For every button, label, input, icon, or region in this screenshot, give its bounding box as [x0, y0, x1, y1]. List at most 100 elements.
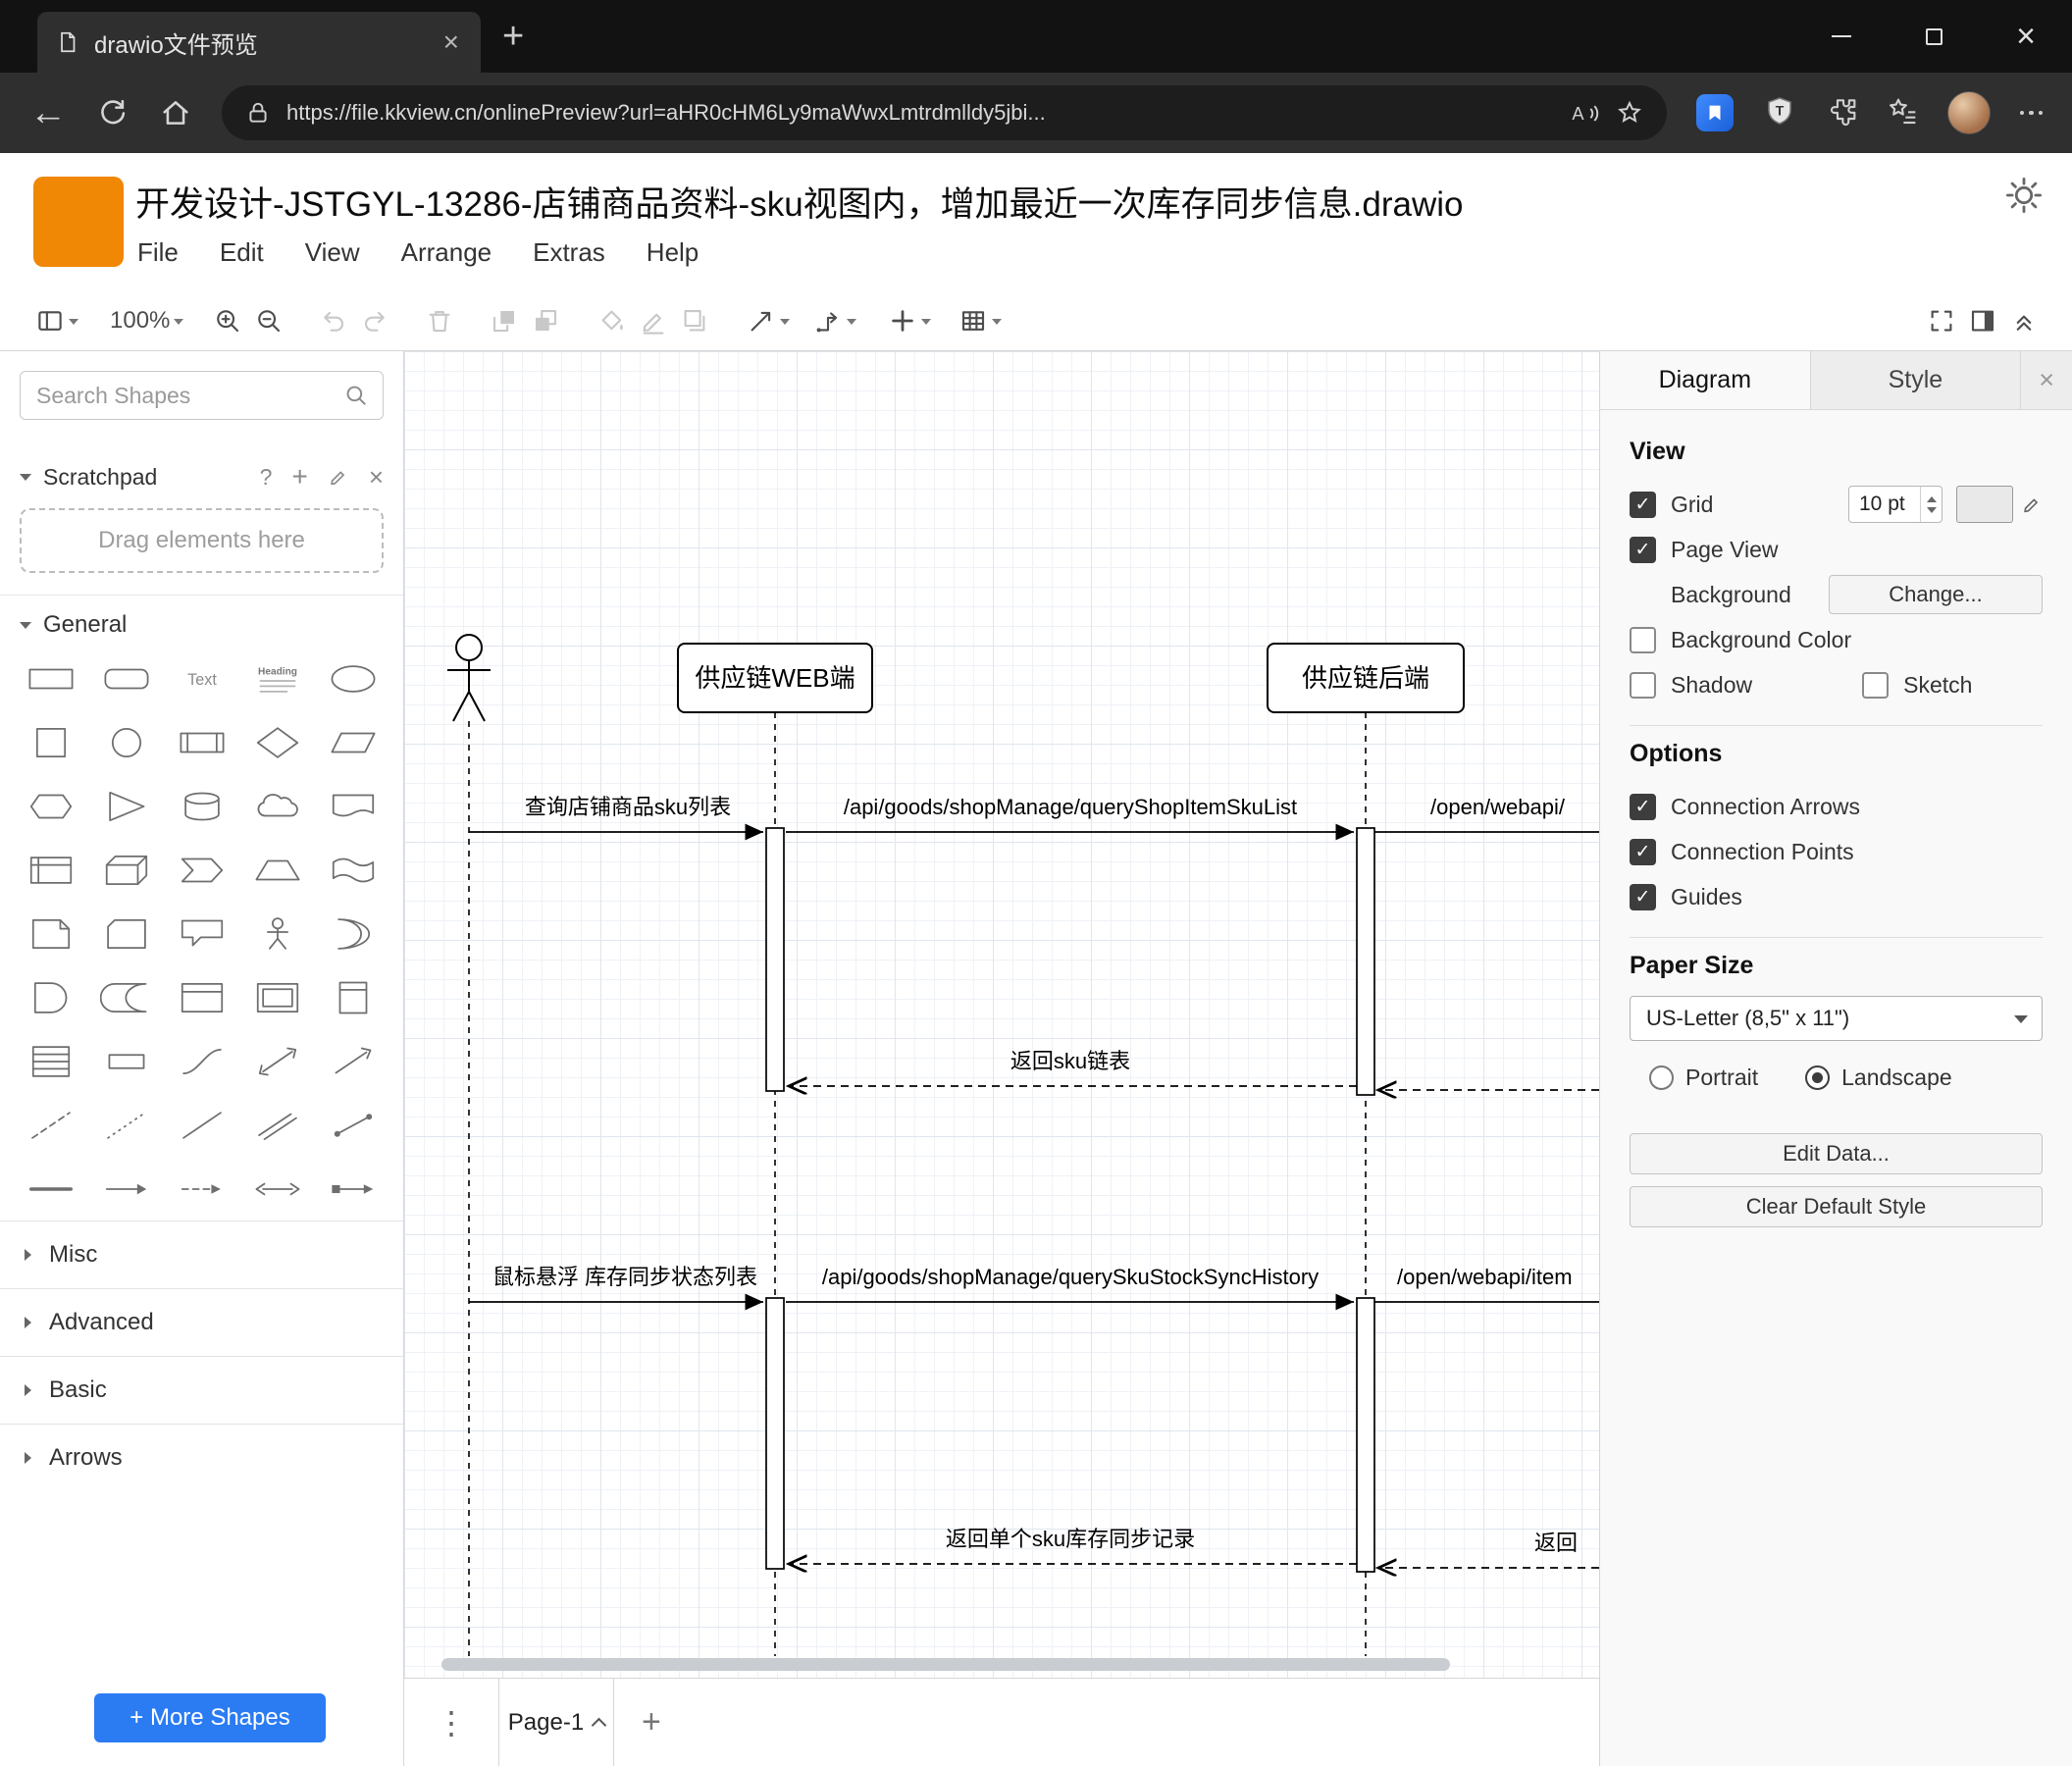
- shape-actor[interactable]: [239, 902, 315, 965]
- refresh-button[interactable]: [96, 96, 130, 130]
- collapse-button[interactable]: [2003, 302, 2045, 339]
- activation-bar[interactable]: [765, 1297, 785, 1570]
- landscape-radio[interactable]: [1805, 1065, 1831, 1090]
- zoom-in-button[interactable]: [207, 302, 248, 339]
- shape-search[interactable]: [20, 371, 384, 420]
- shield-extension-icon[interactable]: T: [1763, 94, 1796, 132]
- section-advanced[interactable]: Advanced: [0, 1288, 403, 1356]
- section-general[interactable]: General: [0, 595, 403, 647]
- actor-figure[interactable]: [447, 634, 491, 722]
- maximize-button[interactable]: [1888, 0, 1980, 73]
- shape-directional-arrow[interactable]: [88, 1157, 164, 1221]
- shape-step[interactable]: [164, 838, 239, 902]
- back-button[interactable]: ←: [29, 94, 67, 131]
- stepper-icon[interactable]: [1920, 487, 1942, 522]
- favorites-hub-icon[interactable]: [1887, 95, 1918, 131]
- panel-close-icon[interactable]: ×: [2021, 351, 2072, 409]
- shape-line[interactable]: [164, 1093, 239, 1157]
- shape-list-item[interactable]: [88, 1029, 164, 1093]
- scratchpad-close-icon[interactable]: ×: [369, 462, 384, 493]
- table-button[interactable]: [953, 302, 1008, 339]
- grid-checkbox[interactable]: ✓: [1630, 491, 1656, 518]
- shape-horizontal-line[interactable]: [13, 1157, 88, 1221]
- browser-tab[interactable]: drawio文件预览 ×: [37, 12, 481, 73]
- favorite-star-icon[interactable]: [1616, 99, 1643, 127]
- close-button[interactable]: ×: [1980, 0, 2072, 73]
- connection-arrows-checkbox[interactable]: ✓: [1630, 793, 1656, 820]
- shape-note[interactable]: [13, 902, 88, 965]
- shape-link[interactable]: [315, 1093, 390, 1157]
- tab-style[interactable]: Style: [1811, 351, 2022, 409]
- shape-bidirectional-connector[interactable]: [239, 1157, 315, 1221]
- theme-toggle-icon[interactable]: [2003, 175, 2045, 221]
- extensions-puzzle-icon[interactable]: [1826, 95, 1857, 131]
- menu-edit[interactable]: Edit: [220, 237, 264, 268]
- insert-button[interactable]: [882, 302, 937, 339]
- paper-size-select[interactable]: US-Letter (8,5" x 11"): [1630, 996, 2043, 1041]
- shape-vertical-container[interactable]: [315, 965, 390, 1029]
- shape-cube[interactable]: [88, 838, 164, 902]
- section-basic[interactable]: Basic: [0, 1356, 403, 1424]
- edit-data-button[interactable]: Edit Data...: [1630, 1133, 2043, 1174]
- profile-avatar[interactable]: [1946, 91, 1991, 134]
- shape-circle[interactable]: [88, 710, 164, 774]
- section-arrows[interactable]: Arrows: [0, 1424, 403, 1491]
- address-bar[interactable]: https://file.kkview.cn/onlinePreview?url…: [222, 85, 1667, 140]
- connection-points-checkbox[interactable]: ✓: [1630, 838, 1656, 865]
- edit-color-icon[interactable]: [2021, 493, 2043, 515]
- shape-tape[interactable]: [315, 838, 390, 902]
- shape-diamond[interactable]: [239, 710, 315, 774]
- scratchpad-dropzone[interactable]: Drag elements here: [20, 508, 384, 573]
- scratchpad-help-icon[interactable]: ?: [260, 464, 273, 491]
- shape-ellipse[interactable]: [315, 647, 390, 710]
- shape-diagonal-link[interactable]: [239, 1093, 315, 1157]
- scratchpad-edit-icon[interactable]: [328, 466, 349, 488]
- menu-view[interactable]: View: [305, 237, 360, 268]
- tab-diagram[interactable]: Diagram: [1600, 351, 1811, 409]
- fullscreen-button[interactable]: [1921, 302, 1962, 339]
- menu-arrange[interactable]: Arrange: [401, 237, 492, 268]
- shadow-checkbox[interactable]: [1630, 671, 1656, 699]
- new-tab-button[interactable]: +: [502, 18, 524, 55]
- shape-rectangle[interactable]: [13, 647, 88, 710]
- extension-blue-icon[interactable]: [1695, 94, 1734, 131]
- grid-size-input[interactable]: 10 pt: [1848, 486, 1942, 523]
- shape-frame[interactable]: [239, 965, 315, 1029]
- shape-and[interactable]: [13, 965, 88, 1029]
- shape-container[interactable]: [164, 965, 239, 1029]
- sequence-diagram[interactable]: 供应链WEB端 供应链后端 查询店铺商品sku列表 /api/goods/sho…: [404, 351, 1599, 1678]
- shape-callout[interactable]: [164, 902, 239, 965]
- shape-curve[interactable]: [164, 1029, 239, 1093]
- shape-square[interactable]: [13, 710, 88, 774]
- grid-color-swatch[interactable]: [1956, 486, 2013, 523]
- shape-or[interactable]: [315, 902, 390, 965]
- activation-bar[interactable]: [1356, 827, 1375, 1096]
- shape-dashed-directional-arrow[interactable]: [164, 1157, 239, 1221]
- pages-menu-icon[interactable]: ⋮: [404, 1679, 498, 1766]
- shape-document[interactable]: [315, 774, 390, 838]
- shape-heading[interactable]: Heading: [239, 647, 315, 710]
- shape-cloud[interactable]: [239, 774, 315, 838]
- shape-arrow[interactable]: [315, 1029, 390, 1093]
- guides-checkbox[interactable]: ✓: [1630, 883, 1656, 910]
- search-input[interactable]: [34, 381, 336, 410]
- portrait-radio[interactable]: [1649, 1065, 1674, 1090]
- add-page-button[interactable]: +: [614, 1679, 689, 1766]
- connection-button[interactable]: [741, 302, 796, 339]
- page-view-button[interactable]: [29, 302, 84, 339]
- shape-cylinder[interactable]: [164, 774, 239, 838]
- shape-list[interactable]: [13, 1029, 88, 1093]
- read-aloud-icon[interactable]: A: [1569, 99, 1600, 127]
- horizontal-scrollbar[interactable]: [441, 1658, 1450, 1671]
- page-view-checkbox[interactable]: ✓: [1630, 536, 1656, 563]
- shape-rounded-rectangle[interactable]: [88, 647, 164, 710]
- menu-help[interactable]: Help: [647, 237, 699, 268]
- shape-parallelogram[interactable]: [315, 710, 390, 774]
- shape-arrow-box[interactable]: [315, 1157, 390, 1221]
- shape-internal-storage[interactable]: [13, 838, 88, 902]
- background-color-checkbox[interactable]: [1630, 626, 1656, 653]
- shape-card[interactable]: [88, 902, 164, 965]
- clear-default-style-button[interactable]: Clear Default Style: [1630, 1186, 2043, 1227]
- shape-dashed-line[interactable]: [13, 1093, 88, 1157]
- activation-bar[interactable]: [1356, 1297, 1375, 1573]
